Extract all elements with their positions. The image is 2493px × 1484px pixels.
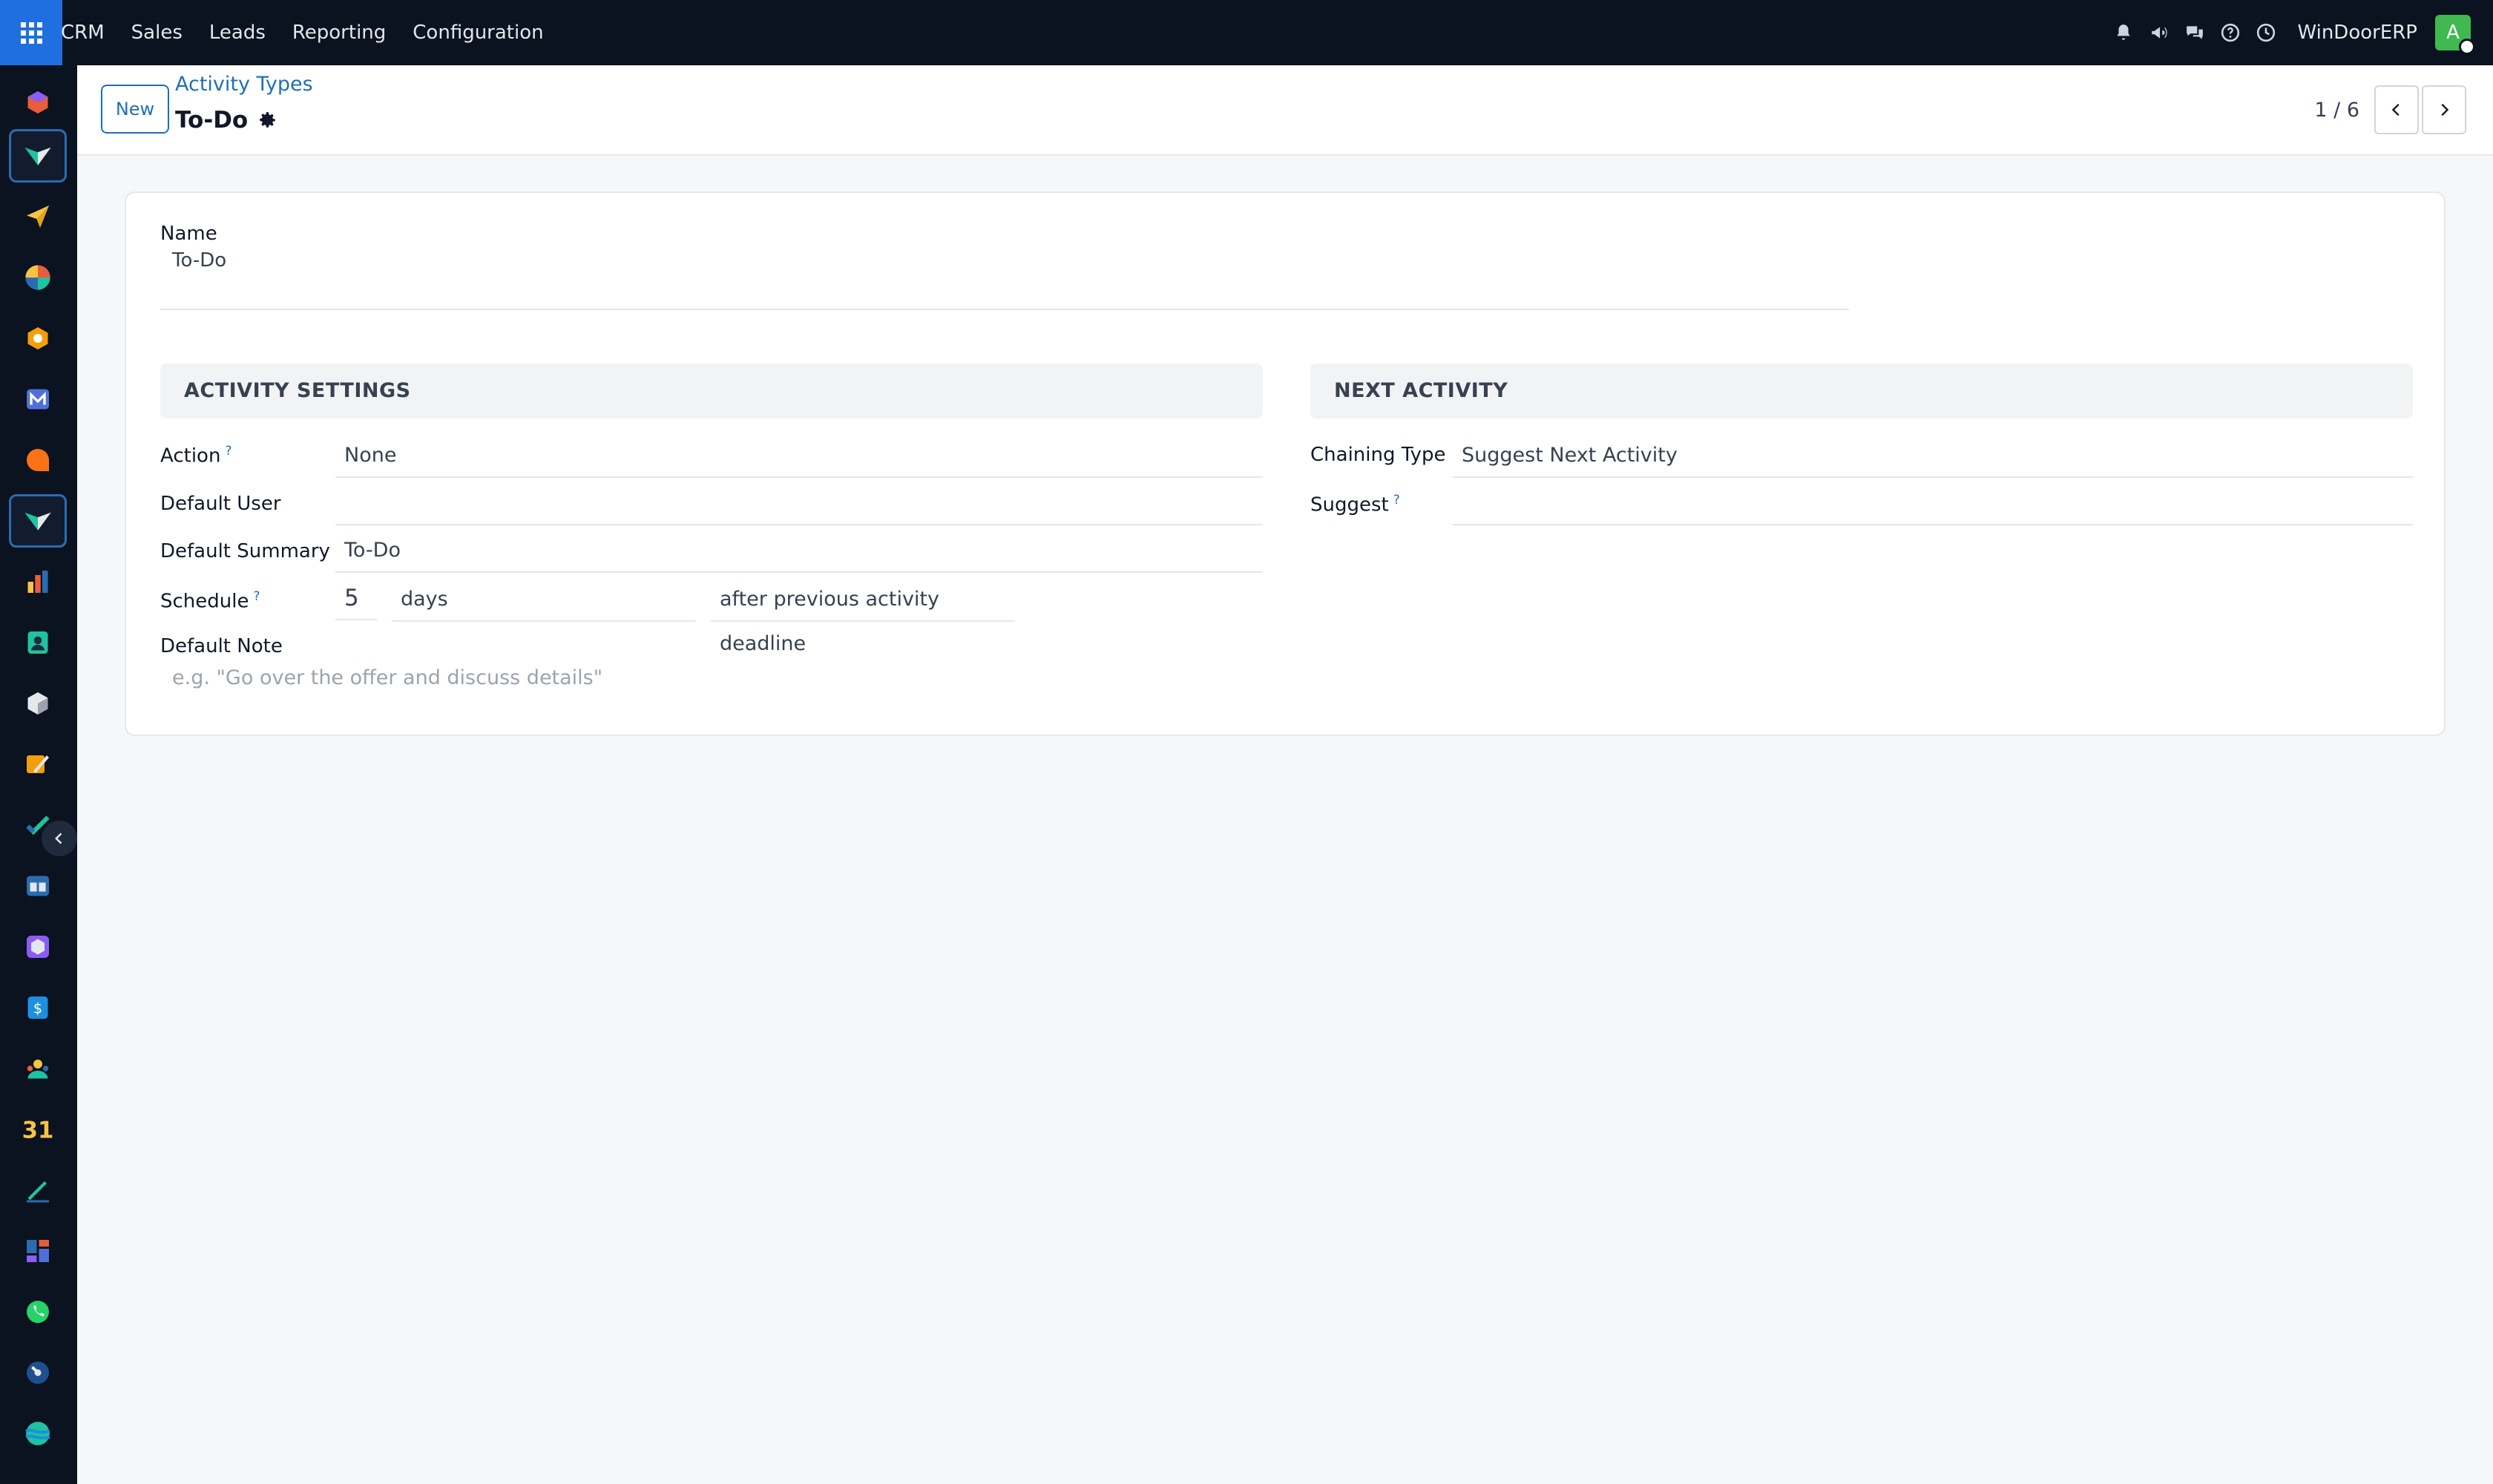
avatar-letter: A xyxy=(2446,22,2460,44)
svg-text:31: 31 xyxy=(22,1117,54,1143)
dashboard-app-icon[interactable] xyxy=(9,251,67,304)
name-label: Name xyxy=(160,223,217,245)
menu-item-configuration[interactable]: Configuration xyxy=(399,0,556,65)
inventory-app-icon[interactable] xyxy=(9,312,67,365)
employees-app-icon[interactable] xyxy=(9,1042,67,1095)
default-user-input[interactable] xyxy=(335,481,1263,525)
chaining-type-label: Chaining Type xyxy=(1310,444,1446,466)
crm-active-app-icon[interactable] xyxy=(9,494,67,548)
mail-app-icon[interactable] xyxy=(9,372,67,426)
name-input-underline xyxy=(160,309,1849,310)
record-name: To-Do xyxy=(175,107,249,134)
schedule-label-text: Schedule xyxy=(160,590,249,613)
chevron-left-icon xyxy=(55,833,62,844)
discuss-app-icon[interactable] xyxy=(9,76,67,129)
calendar-app-icon[interactable]: 31 xyxy=(9,1103,67,1156)
breadcrumb-activity-types[interactable]: Activity Types xyxy=(175,73,313,96)
default-note-label: Default Note xyxy=(160,635,283,657)
menu-item-leads[interactable]: Leads xyxy=(196,0,279,65)
products-app-icon[interactable] xyxy=(9,677,67,730)
systray: WinDoorERP A xyxy=(2106,0,2493,65)
chevron-left-icon xyxy=(2391,103,2400,116)
action-select[interactable]: None xyxy=(335,433,1263,478)
pager-counter[interactable]: 1 / 6 xyxy=(2314,99,2359,122)
email-marketing-icon[interactable] xyxy=(9,190,67,243)
website-app-icon[interactable] xyxy=(9,1407,67,1460)
company-name[interactable]: WinDoorERP xyxy=(2297,22,2417,44)
contacts-app-icon[interactable] xyxy=(9,616,67,669)
schedule-from-select[interactable]: after previous activity deadline xyxy=(711,577,1015,655)
livechat-app-icon[interactable] xyxy=(9,433,67,487)
grid-icon xyxy=(20,22,42,44)
svg-text:$: $ xyxy=(33,1000,42,1017)
schedule-label: Schedule? xyxy=(160,589,260,613)
sidebar-collapse-button[interactable] xyxy=(42,821,77,856)
status-dot xyxy=(2459,39,2475,55)
schedule-unit-select[interactable]: days xyxy=(392,577,696,622)
megaphone-icon[interactable] xyxy=(2141,15,2177,50)
whatsapp-app-icon[interactable] xyxy=(9,1285,67,1339)
menu-item-crm[interactable]: CRM xyxy=(61,0,118,65)
next-activity-header: NEXT ACTIVITY xyxy=(1310,364,2413,418)
app-menu-button[interactable] xyxy=(0,0,62,65)
chat-icon[interactable] xyxy=(2177,15,2213,50)
knowledge-app-icon[interactable] xyxy=(9,859,67,913)
gear-icon[interactable] xyxy=(258,111,277,130)
packages-app-icon[interactable] xyxy=(9,920,67,974)
top-navbar: CRM Sales Leads Reporting Configuration … xyxy=(0,0,2493,65)
help-icon[interactable] xyxy=(2213,15,2248,50)
time-app-icon[interactable] xyxy=(9,1346,67,1399)
pager-next-button[interactable] xyxy=(2422,85,2466,134)
action-label-text: Action xyxy=(160,444,221,467)
app-sidebar: $ 31 xyxy=(0,65,77,1484)
activity-settings-header: ACTIVITY SETTINGS xyxy=(160,364,1263,418)
control-panel: New Activity Types To-Do 1 / 6 xyxy=(77,65,2493,156)
new-button[interactable]: New xyxy=(101,85,169,134)
clock-icon[interactable] xyxy=(2248,15,2284,50)
menu-item-reporting[interactable]: Reporting xyxy=(279,0,399,65)
chaining-type-select[interactable]: Suggest Next Activity xyxy=(1453,433,2413,478)
main-menu: CRM Sales Leads Reporting Configuration xyxy=(61,0,557,65)
suggest-input[interactable] xyxy=(1453,481,2413,525)
reporting-app-icon[interactable] xyxy=(9,555,67,608)
name-input[interactable]: To-Do xyxy=(172,249,226,272)
user-avatar[interactable]: A xyxy=(2435,15,2475,55)
page-title: To-Do xyxy=(175,107,277,134)
suggest-label: Suggest? xyxy=(1310,493,1400,516)
default-summary-label: Default Summary xyxy=(160,540,330,562)
menu-item-sales[interactable]: Sales xyxy=(118,0,196,65)
default-summary-input[interactable]: To-Do xyxy=(335,528,1263,573)
bell-icon[interactable] xyxy=(2106,15,2141,50)
action-help-icon[interactable]: ? xyxy=(225,444,231,459)
suggest-label-text: Suggest xyxy=(1310,493,1389,516)
form-sheet: Name To-Do ACTIVITY SETTINGS NEXT ACTIVI… xyxy=(125,191,2446,736)
schedule-help-icon[interactable]: ? xyxy=(253,589,260,604)
default-user-label: Default User xyxy=(160,493,281,515)
sign-app-icon[interactable] xyxy=(9,1163,67,1217)
record-pager: 1 / 6 xyxy=(2314,71,2466,148)
action-label: Action? xyxy=(160,444,231,467)
widgets-app-icon[interactable] xyxy=(9,1224,67,1278)
accounting-app-icon[interactable]: $ xyxy=(9,981,67,1034)
default-note-editor[interactable]: e.g. "Go over the offer and discuss deta… xyxy=(163,656,1261,700)
studio-app-icon[interactable] xyxy=(9,738,67,791)
chevron-right-icon xyxy=(2441,103,2449,116)
schedule-delay-input[interactable]: 5 xyxy=(335,576,377,620)
pager-previous-button[interactable] xyxy=(2374,85,2419,134)
suggest-help-icon[interactable]: ? xyxy=(1393,493,1400,508)
crm-app-icon[interactable] xyxy=(9,129,67,183)
